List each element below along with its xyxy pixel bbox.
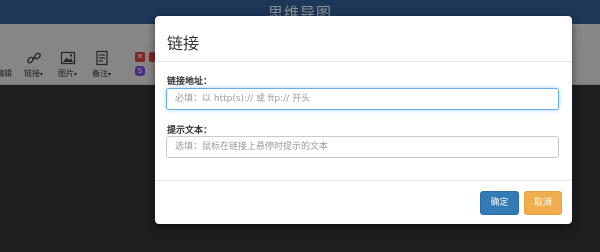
dialog-footer — [155, 180, 572, 181]
ok-button[interactable]: 确定 — [480, 191, 519, 215]
url-input[interactable] — [166, 88, 559, 110]
url-label: 链接地址： — [167, 77, 213, 87]
cancel-button[interactable]: 取消 — [524, 191, 562, 215]
tooltip-text-input[interactable] — [166, 136, 559, 158]
link-dialog: 链接 链接地址： 提示文本： 确定 取消 — [155, 16, 572, 224]
tooltip-text-label: 提示文本： — [167, 126, 213, 136]
dialog-header — [155, 16, 572, 62]
dialog-title: 链接 — [167, 34, 200, 53]
